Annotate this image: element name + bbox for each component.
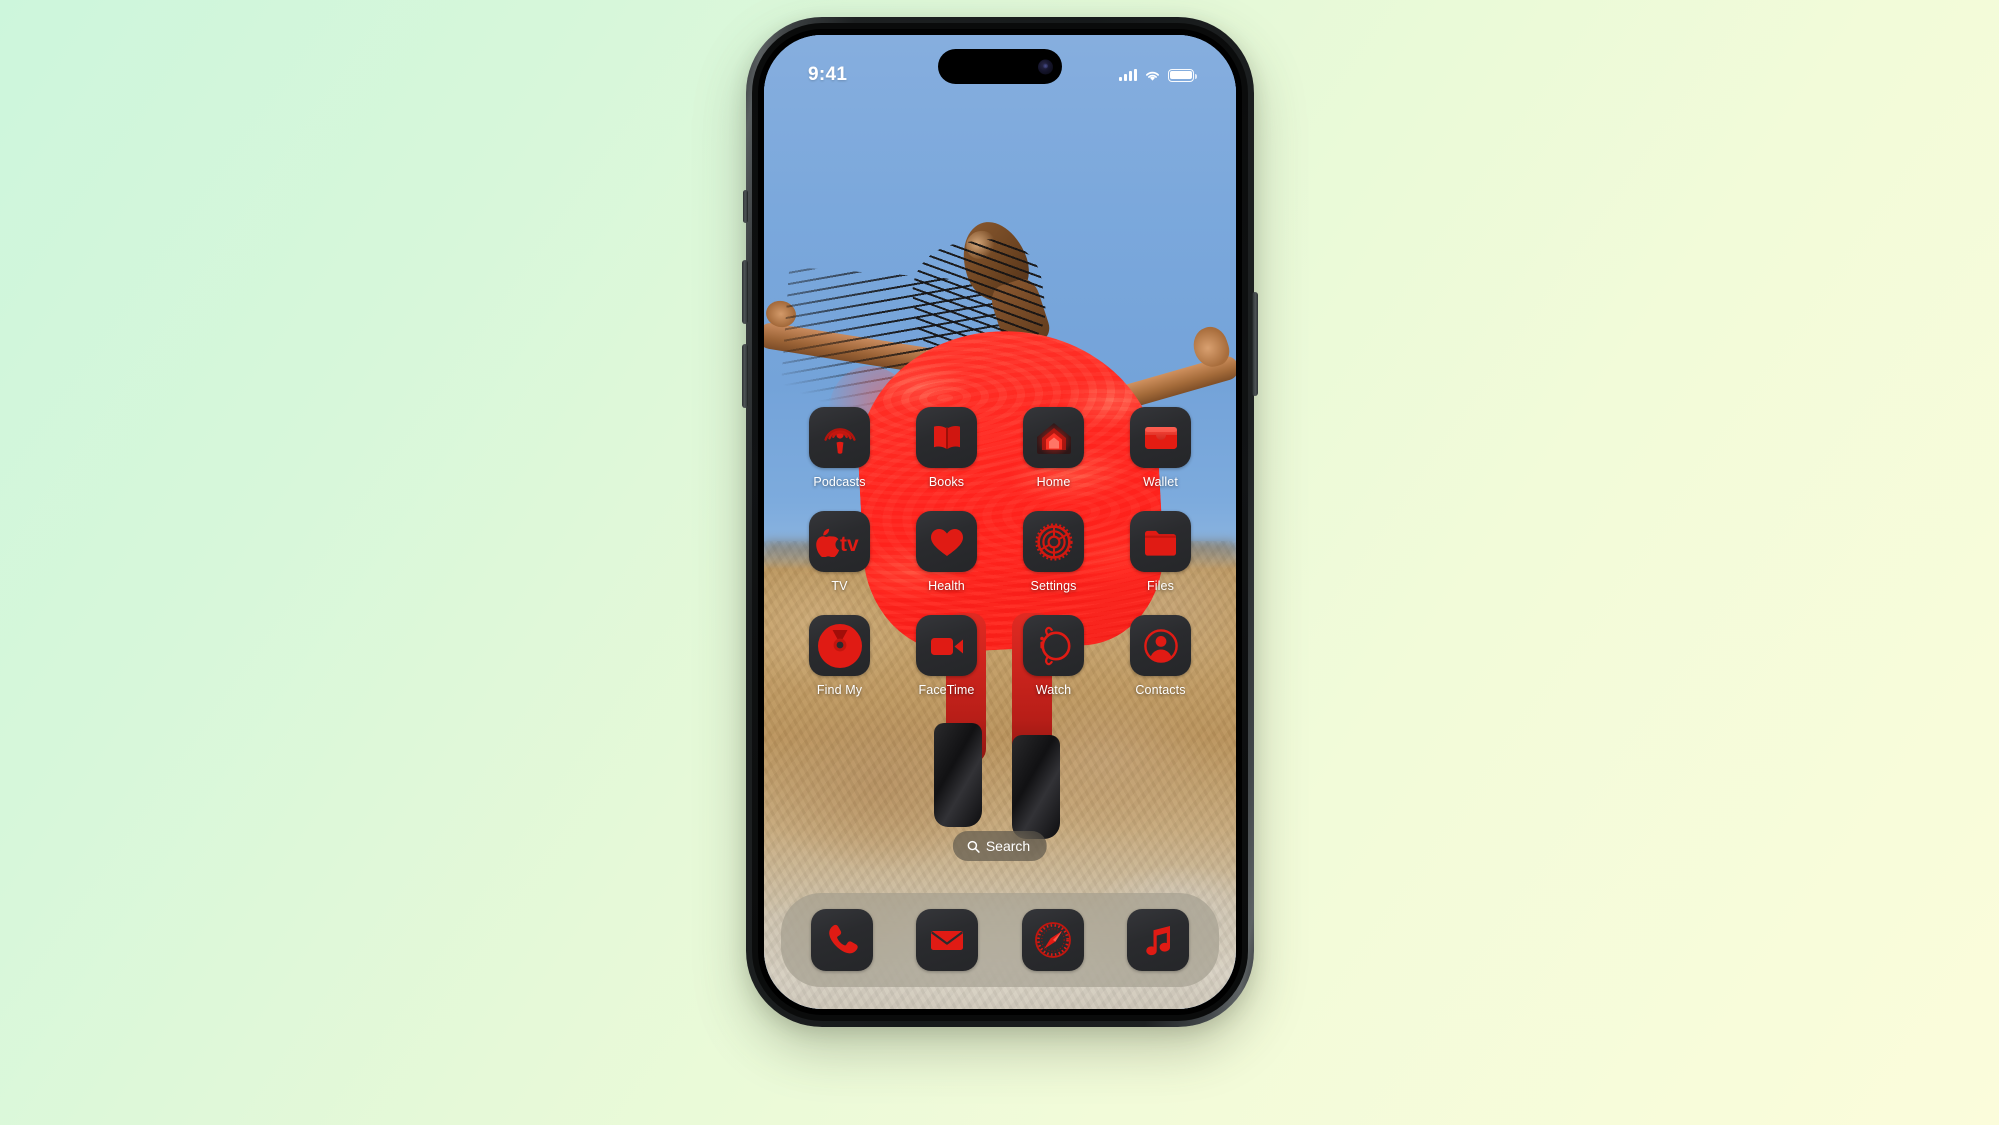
figure-boot-right bbox=[1012, 735, 1060, 839]
app-label: Contacts bbox=[1135, 683, 1186, 697]
volume-up-button[interactable] bbox=[742, 260, 748, 324]
app-watch[interactable]: Watch bbox=[1000, 615, 1107, 697]
app-books[interactable]: Books bbox=[893, 407, 1000, 489]
app-podcasts[interactable]: Podcasts bbox=[786, 407, 893, 489]
status-indicators bbox=[1119, 68, 1197, 82]
health-heart-icon bbox=[916, 511, 977, 572]
search-label: Search bbox=[985, 838, 1031, 854]
mail-envelope-icon[interactable] bbox=[916, 909, 979, 971]
cellular-bars-icon bbox=[1119, 69, 1137, 81]
mute-switch[interactable] bbox=[743, 190, 748, 223]
app-label: FaceTime bbox=[918, 683, 975, 697]
dock bbox=[781, 893, 1219, 987]
app-tv[interactable]: tv TV bbox=[786, 511, 893, 593]
app-label: Podcasts bbox=[813, 475, 866, 489]
search-icon bbox=[967, 840, 980, 853]
app-label: Health bbox=[928, 579, 965, 593]
power-button[interactable] bbox=[1252, 292, 1258, 396]
app-facetime[interactable]: FaceTime bbox=[893, 615, 1000, 697]
app-contacts[interactable]: Contacts bbox=[1107, 615, 1214, 697]
screenshot-canvas: 9:41 Podcasts Books Home Wallet tv TV He… bbox=[0, 0, 1999, 1125]
phone-screen[interactable]: 9:41 Podcasts Books Home Wallet tv TV He… bbox=[764, 35, 1236, 1009]
app-label: Books bbox=[928, 475, 965, 489]
wallet-icon bbox=[1130, 407, 1191, 468]
app-label: TV bbox=[831, 579, 848, 593]
watch-icon bbox=[1023, 615, 1084, 676]
dynamic-island[interactable] bbox=[938, 49, 1062, 84]
facetime-video-icon bbox=[916, 615, 977, 676]
home-icon bbox=[1023, 407, 1084, 468]
search-button[interactable]: Search bbox=[952, 831, 1048, 861]
app-label: Watch bbox=[1035, 683, 1072, 697]
app-settings[interactable]: Settings bbox=[1000, 511, 1107, 593]
files-folder-icon bbox=[1130, 511, 1191, 572]
settings-gear-icon bbox=[1023, 511, 1084, 572]
app-health[interactable]: Health bbox=[893, 511, 1000, 593]
app-label: Wallet bbox=[1143, 475, 1178, 489]
appletv-icon: tv bbox=[809, 511, 870, 572]
front-camera-icon bbox=[1038, 59, 1053, 74]
status-time: 9:41 bbox=[808, 64, 848, 85]
app-label: Home bbox=[1036, 475, 1071, 489]
app-grid: Podcasts Books Home Wallet tv TV Health … bbox=[764, 407, 1236, 697]
phone-handset-icon[interactable] bbox=[810, 909, 873, 971]
app-home[interactable]: Home bbox=[1000, 407, 1107, 489]
findmy-radar-icon bbox=[809, 615, 870, 676]
app-find-my[interactable]: Find My bbox=[786, 615, 893, 697]
app-files[interactable]: Files bbox=[1107, 511, 1214, 593]
books-icon bbox=[916, 407, 977, 468]
contacts-person-icon bbox=[1130, 615, 1191, 676]
app-wallet[interactable]: Wallet bbox=[1107, 407, 1214, 489]
music-note-icon[interactable] bbox=[1127, 909, 1190, 971]
figure-boot-left bbox=[934, 723, 982, 827]
volume-down-button[interactable] bbox=[742, 344, 748, 408]
wifi-icon bbox=[1146, 71, 1159, 81]
app-label: Files bbox=[1147, 579, 1174, 593]
svg-text:tv: tv bbox=[840, 533, 859, 556]
battery-icon bbox=[1168, 68, 1197, 82]
safari-compass-icon[interactable] bbox=[1021, 909, 1084, 971]
app-label: Find My bbox=[816, 683, 863, 697]
app-label: Settings bbox=[1030, 579, 1077, 593]
iphone-device: 9:41 Podcasts Books Home Wallet tv TV He… bbox=[742, 17, 1258, 1027]
podcasts-icon bbox=[809, 407, 870, 468]
